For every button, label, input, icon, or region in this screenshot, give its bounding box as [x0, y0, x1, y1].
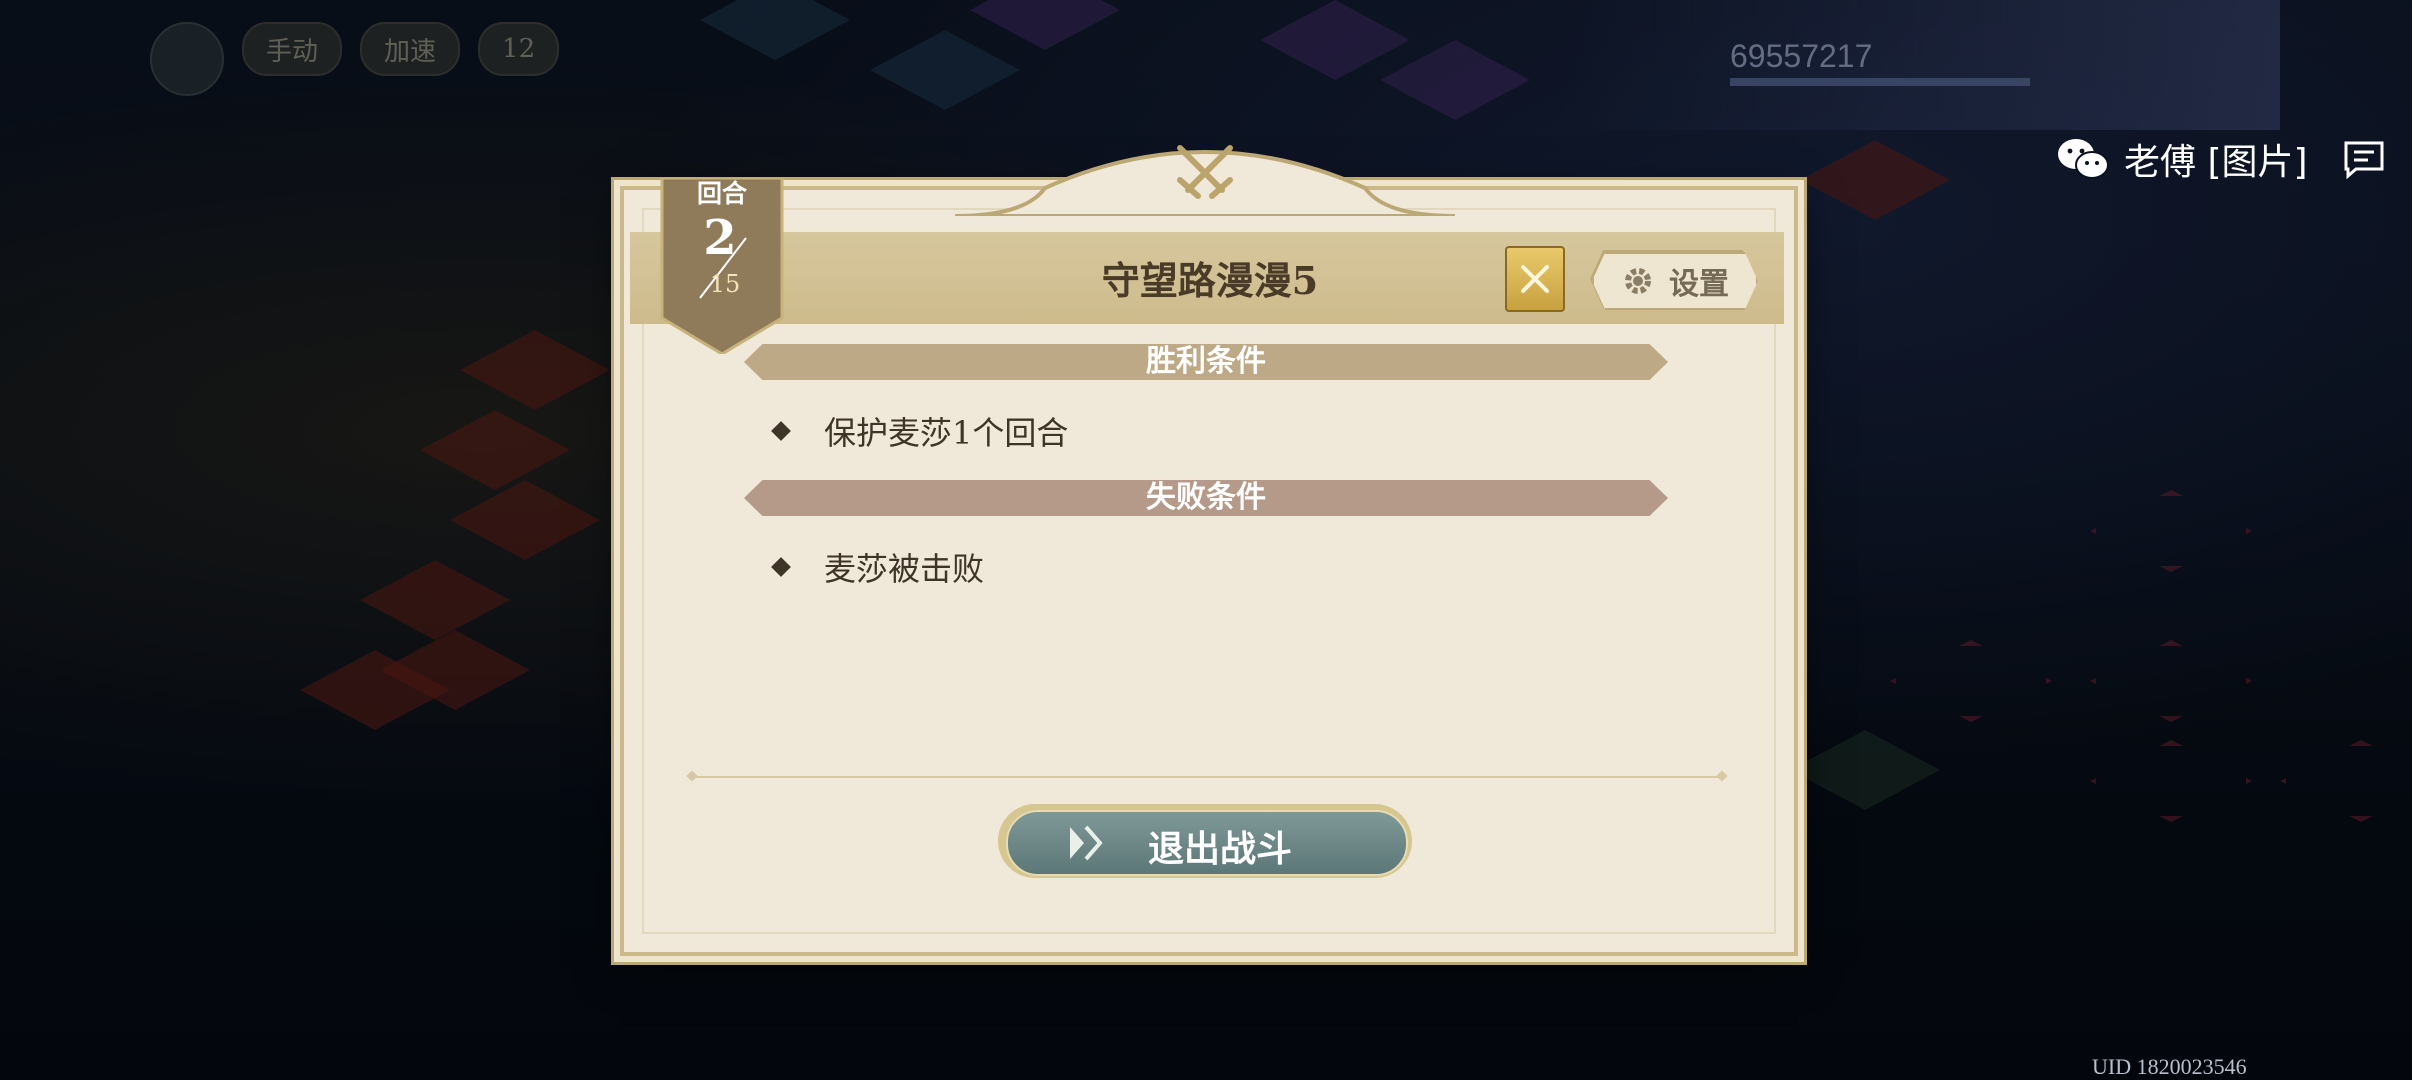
defeat-condition-text: 麦莎被击败 — [824, 550, 985, 588]
victory-condition-text: 保护麦莎1个回合 — [824, 414, 1069, 452]
bullet-diamond-icon — [771, 421, 791, 441]
share-overlay: 老傅 [图片] — [2056, 133, 2386, 185]
player-score: 69557217 — [1730, 38, 1873, 74]
auto-button[interactable]: 手动 — [242, 22, 343, 76]
battle-guide-button[interactable] — [1505, 246, 1565, 312]
bullet-diamond-icon — [771, 557, 791, 577]
turn-counter-pill: 12 — [478, 22, 560, 76]
gear-icon — [1625, 268, 1651, 294]
crossed-swords-icon — [1177, 145, 1233, 199]
victory-header: 胜利条件 — [744, 344, 1668, 380]
settings-button[interactable]: 设置 — [1592, 252, 1758, 310]
wechat-icon — [2058, 139, 2109, 179]
exit-battle-label: 退出战斗 — [1148, 828, 1293, 870]
player-hud: 69557217 — [1560, 0, 2280, 130]
defeat-condition-item: 麦莎被击败 — [771, 544, 985, 590]
settings-label: 设置 — [1669, 267, 1729, 302]
double-chevron-icon — [1070, 825, 1103, 861]
hud-top-bar: 手动 加速 12 — [150, 22, 560, 96]
book-icon — [1521, 265, 1549, 293]
player-hp-bar — [1730, 78, 2030, 86]
turn-max: 15 — [709, 270, 741, 298]
victory-condition-item: 保护麦莎1个回合 — [771, 408, 1069, 454]
chat-icon[interactable] — [2342, 139, 2386, 179]
stage-title: 守望路漫漫5 — [1101, 258, 1319, 303]
speed-button[interactable]: 加速 — [360, 22, 461, 76]
turn-current: 2 — [703, 210, 737, 266]
dialog-divider — [692, 776, 1722, 778]
defeat-header: 失败条件 — [744, 480, 1668, 516]
uid-label: UID 1820023546 — [2092, 1054, 2247, 1079]
share-label: 老傅 [图片] — [2124, 142, 2308, 183]
menu-button[interactable] — [150, 22, 224, 96]
turn-label: 回合 — [696, 179, 747, 208]
